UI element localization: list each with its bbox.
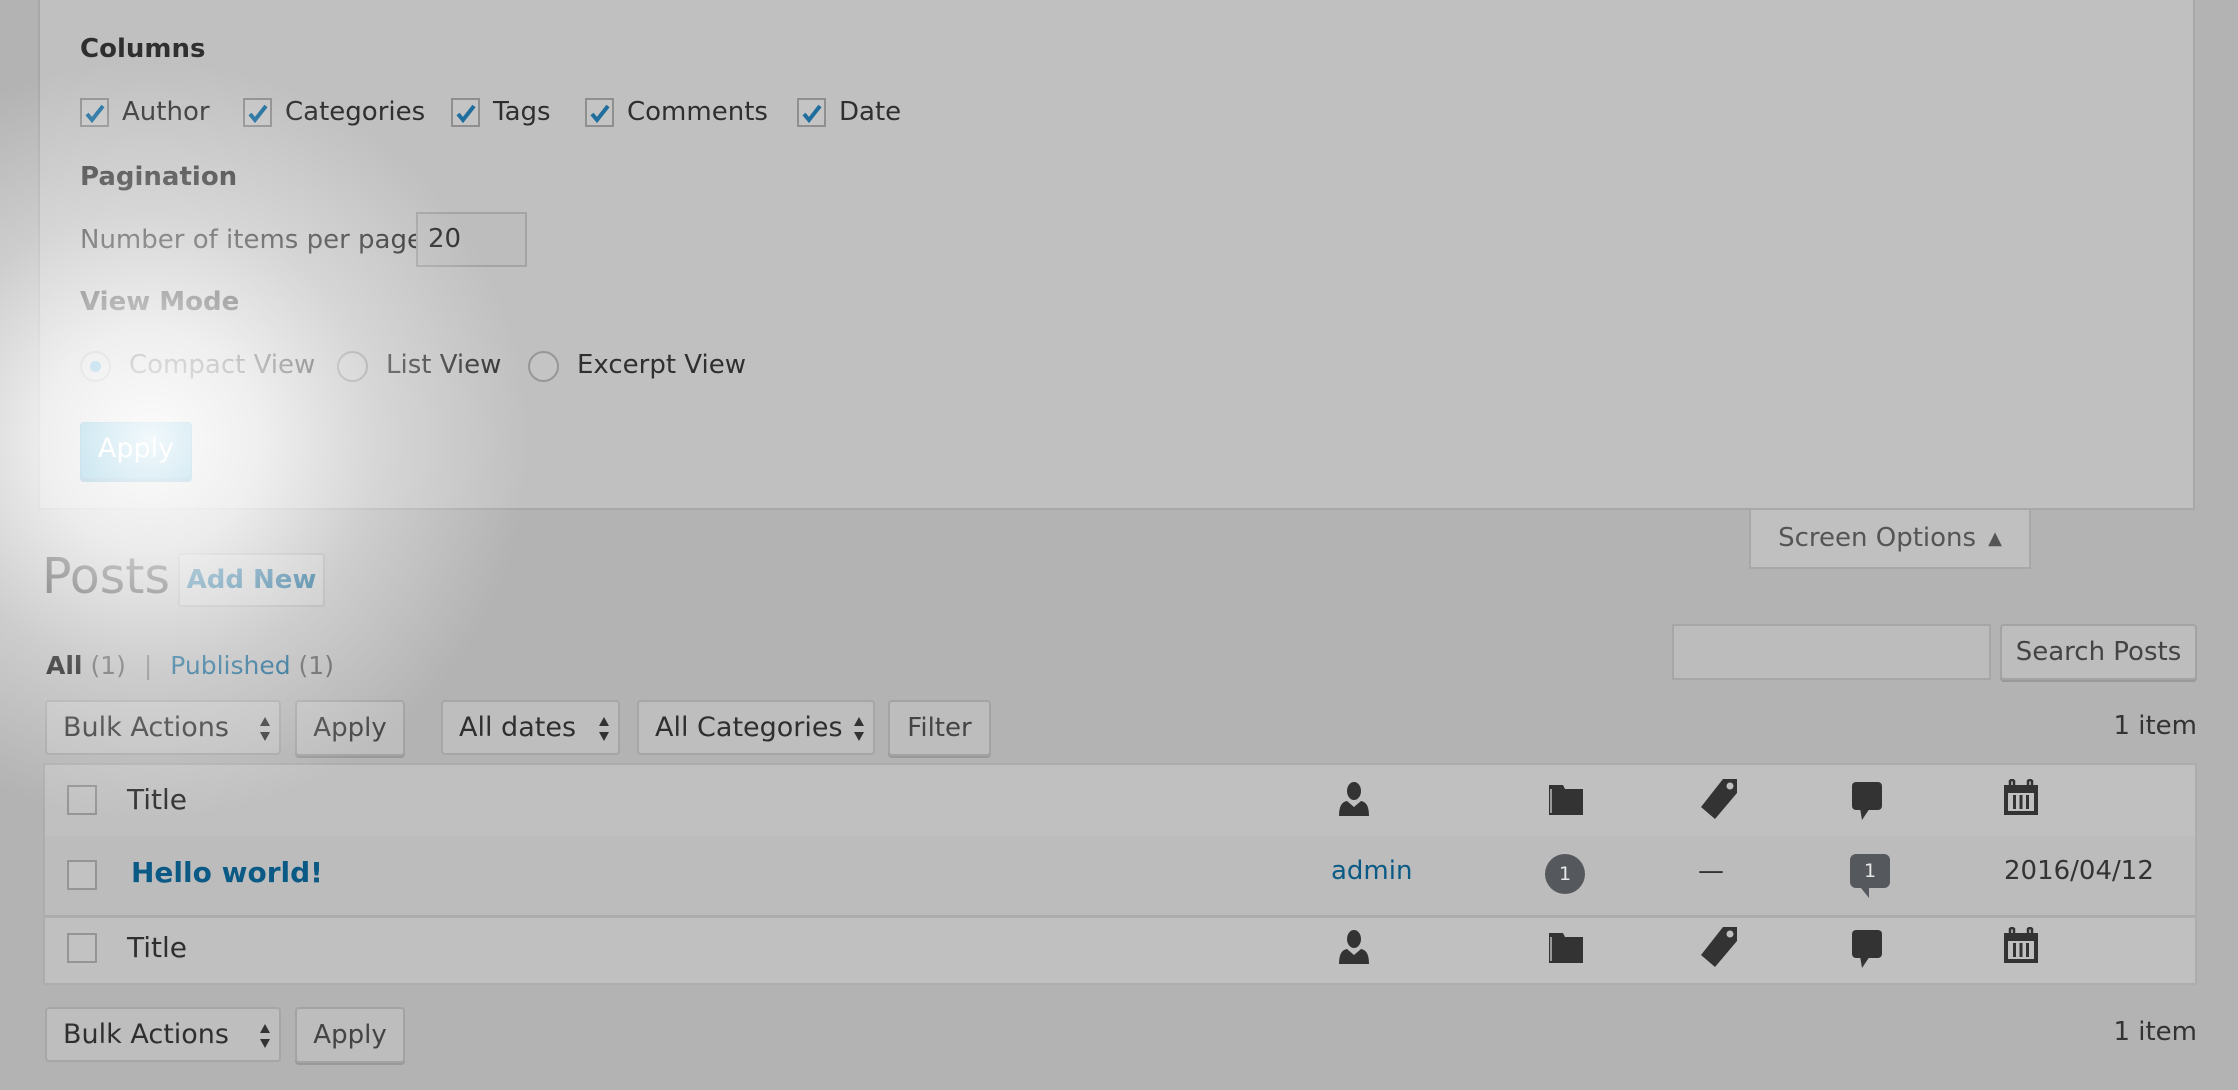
list-view-label: List View: [386, 350, 502, 380]
compact-view-label: Compact View: [129, 350, 316, 380]
filter-button[interactable]: Filter: [888, 700, 991, 756]
select-updown-icon: [260, 717, 270, 741]
item-count-bottom: 1 item: [2113, 1017, 2197, 1047]
author-icon: [1339, 782, 1369, 816]
column-footer-title[interactable]: Title: [127, 931, 187, 964]
table-footer-row: Title: [45, 915, 2195, 983]
bulk-apply-button-bottom[interactable]: Apply: [295, 1007, 405, 1063]
bulk-actions-value: Bulk Actions: [63, 712, 229, 743]
checkmark-icon: [456, 104, 476, 124]
select-all-checkbox[interactable]: [67, 785, 97, 815]
screen-options-panel: [38, 0, 2195, 510]
dates-filter-value: All dates: [459, 712, 577, 743]
view-all-link[interactable]: All: [46, 651, 83, 680]
items-per-page-label: Number of items per page:: [80, 225, 432, 255]
select-updown-icon: [599, 717, 609, 741]
author-icon: [1339, 930, 1369, 964]
column-header-title[interactable]: Title: [127, 783, 187, 816]
add-new-button[interactable]: Add New: [178, 553, 325, 607]
bulk-actions-select-bottom[interactable]: Bulk Actions: [45, 1007, 281, 1062]
checkmark-icon: [85, 104, 105, 124]
posts-table: Title Hello world! admin 1 — 1 2016/04/1…: [43, 763, 2197, 985]
tags-icon: [1701, 927, 1737, 967]
checkmark-icon: [802, 104, 822, 124]
tags-icon: [1701, 779, 1737, 819]
columns-heading: Columns: [80, 34, 206, 64]
table-header-row: Title: [45, 765, 2195, 839]
categories-filter-value: All Categories: [655, 712, 843, 743]
date-checkbox-label: Date: [839, 97, 902, 127]
radio-selected-dot: [90, 361, 101, 372]
dates-filter-select[interactable]: All dates: [441, 700, 620, 755]
tags-checkbox-label: Tags: [493, 97, 551, 127]
author-checkbox-label: Author: [122, 97, 210, 127]
date-icon: [2004, 927, 2038, 963]
categories-checkbox-label: Categories: [285, 97, 426, 127]
tags-checkbox[interactable]: [451, 98, 480, 127]
bulk-actions-select-top[interactable]: Bulk Actions: [45, 700, 281, 755]
comments-checkbox-label: Comments: [627, 97, 768, 127]
search-posts-input[interactable]: [1672, 624, 1991, 680]
comments-count-badge[interactable]: 1: [1850, 854, 1890, 898]
categories-icon: [1549, 785, 1583, 815]
checkmark-icon: [248, 104, 268, 124]
screen-options-toggle[interactable]: Screen Options ▲: [1749, 510, 2031, 569]
post-date: 2016/04/12: [2004, 856, 2154, 886]
row-checkbox[interactable]: [67, 860, 97, 890]
excerpt-view-label: Excerpt View: [577, 350, 746, 380]
items-per-page-input[interactable]: 20: [416, 212, 527, 267]
categories-icon: [1549, 933, 1583, 963]
categories-checkbox[interactable]: [243, 98, 272, 127]
categories-filter-select[interactable]: All Categories: [637, 700, 875, 755]
comments-checkbox[interactable]: [585, 98, 614, 127]
compact-view-radio[interactable]: [80, 351, 111, 382]
bulk-actions-value: Bulk Actions: [63, 1019, 229, 1050]
date-checkbox[interactable]: [797, 98, 826, 127]
table-row: Hello world! admin 1 — 1 2016/04/12: [45, 836, 2195, 918]
post-title-link[interactable]: Hello world!: [131, 856, 323, 889]
screen-options-apply-button[interactable]: Apply: [80, 422, 192, 479]
checkmark-icon: [590, 104, 610, 124]
view-published-link[interactable]: Published: [170, 651, 290, 680]
post-author-link[interactable]: admin: [1331, 856, 1412, 886]
list-view-radio[interactable]: [337, 351, 368, 382]
date-icon: [2004, 779, 2038, 815]
post-status-filter: All (1) | Published (1): [46, 651, 334, 680]
comments-icon: [1852, 930, 1882, 968]
select-all-checkbox-footer[interactable]: [67, 933, 97, 963]
post-tags-value: —: [1698, 856, 1724, 886]
comments-icon: [1852, 782, 1882, 820]
item-count-top: 1 item: [2113, 711, 2197, 741]
screen-options-label: Screen Options: [1778, 523, 1977, 553]
author-checkbox[interactable]: [80, 98, 109, 127]
page-title: Posts: [42, 548, 171, 605]
categories-count-badge[interactable]: 1: [1545, 854, 1585, 894]
search-posts-button[interactable]: Search Posts: [2000, 624, 2197, 680]
view-separator: |: [143, 651, 153, 680]
view-published-count: (1): [298, 651, 334, 680]
excerpt-view-radio[interactable]: [528, 351, 559, 382]
select-updown-icon: [854, 717, 864, 741]
pagination-heading: Pagination: [80, 162, 238, 192]
view-all-count: (1): [90, 651, 126, 680]
select-updown-icon: [260, 1024, 270, 1048]
bulk-apply-button-top[interactable]: Apply: [295, 700, 405, 756]
caret-up-icon: ▲: [1988, 528, 2002, 549]
view-mode-heading: View Mode: [80, 287, 240, 317]
